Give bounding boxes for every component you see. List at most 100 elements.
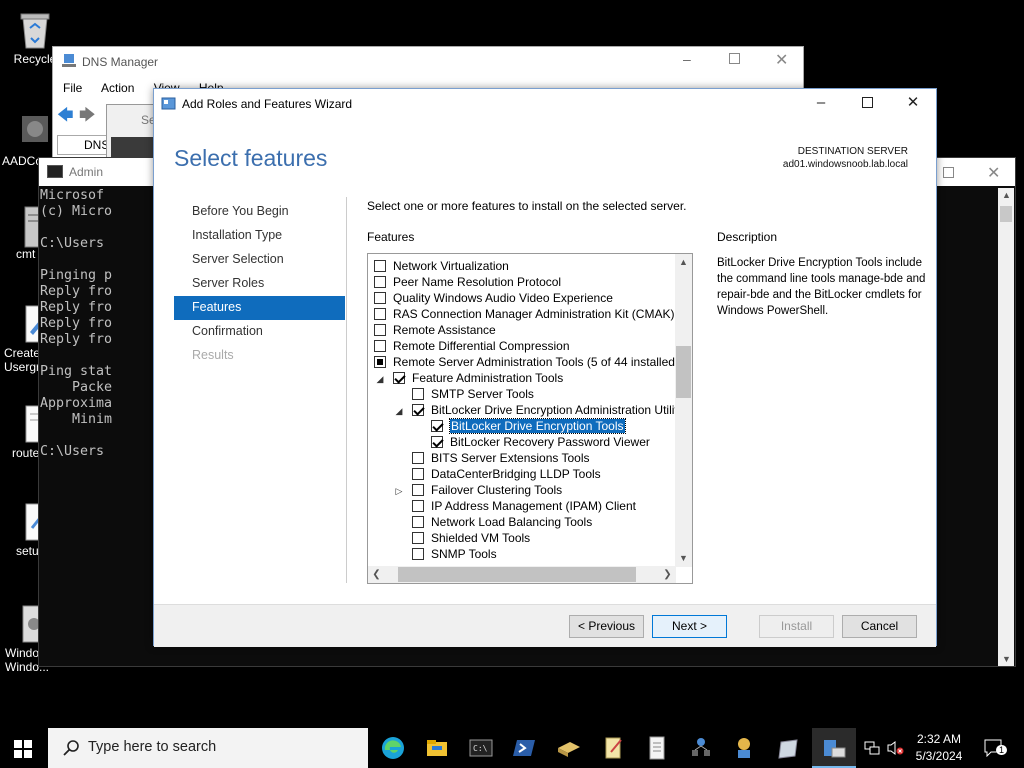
tree-vertical-scrollbar[interactable]: ▲ ▼ [675,254,692,567]
notification-center-icon[interactable]: 1 [984,739,1008,760]
feature-label[interactable]: Network Virtualization [393,259,509,273]
previous-button[interactable]: < Previous [569,615,644,638]
install-button[interactable]: Install [759,615,834,638]
feature-checkbox[interactable] [374,356,386,368]
server-manager-taskbar-button[interactable] [812,728,856,768]
wizard-step-confirmation[interactable]: Confirmation [174,320,345,344]
feature-row[interactable]: Remote Assistance [374,322,496,338]
feature-checkbox[interactable] [412,388,424,400]
wizard-step-server-selection[interactable]: Server Selection [174,248,345,272]
feature-checkbox[interactable] [412,468,424,480]
menu-file[interactable]: File [63,81,82,95]
feature-checkbox[interactable] [431,436,443,448]
feature-row[interactable]: DataCenterBridging LLDP Tools [412,466,601,482]
dns-tree-root[interactable]: DNS [57,135,111,155]
scroll-up-icon[interactable]: ▲ [1002,190,1011,200]
console-scrollbar[interactable]: ▲ ▼ [998,188,1014,666]
features-tree[interactable]: Network Virtualization Peer Name Resoluti… [367,253,693,584]
feature-label[interactable]: RAS Connection Manager Administration Ki… [393,307,674,321]
start-button[interactable] [14,740,32,758]
cancel-button[interactable]: Cancel [842,615,917,638]
feature-checkbox[interactable] [374,292,386,304]
collapse-arrow-icon[interactable]: ◢ [374,371,386,387]
feature-checkbox[interactable] [374,260,386,272]
clock[interactable]: 2:32 AM 5/3/2024 [912,731,966,765]
feature-label[interactable]: Remote Assistance [393,323,496,337]
feature-row[interactable]: RAS Connection Manager Administration Ki… [374,306,674,322]
file-explorer-icon[interactable] [423,734,451,762]
feature-label[interactable]: Peer Name Resolution Protocol [393,275,561,289]
feature-label[interactable]: Quality Windows Audio Video Experience [393,291,613,305]
maximize-icon[interactable] [943,167,954,178]
close-button[interactable]: ✕ [890,89,936,119]
feature-checkbox[interactable] [374,324,386,336]
feature-label[interactable]: DataCenterBridging LLDP Tools [431,467,601,481]
wizard-step-features[interactable]: Features [174,296,345,320]
feature-row[interactable]: Remote Server Administration Tools (5 of… [374,354,676,370]
feature-label[interactable]: SMTP Server Tools [431,387,534,401]
feature-row[interactable]: BITS Server Extensions Tools [412,450,590,466]
feature-checkbox[interactable] [412,452,424,464]
tree-hscroll-thumb[interactable] [398,567,636,582]
drive-icon[interactable] [775,734,803,762]
forward-arrow-icon[interactable]: 🡆 [79,104,96,131]
feature-row[interactable]: Shielded VM Tools [412,530,530,546]
feature-row[interactable]: ▷ Failover Clustering Tools [396,482,563,498]
feature-checkbox[interactable] [393,372,405,384]
feature-label[interactable]: IP Address Management (IPAM) Client [431,499,636,513]
scroll-down-icon[interactable]: ▼ [675,550,692,567]
feature-row[interactable]: ◢ BitLocker Drive Encryption Administrati… [396,402,676,418]
tree-horizontal-scrollbar[interactable]: ❮ ❯ [368,566,676,583]
feature-checkbox[interactable] [412,484,424,496]
feature-label[interactable]: BITS Server Extensions Tools [431,451,590,465]
wizard-step-installation-type[interactable]: Installation Type [174,224,345,248]
feature-row[interactable]: BitLocker Drive Encryption Tools [431,418,626,434]
feature-label[interactable]: BitLocker Drive Encryption Tools [449,418,626,434]
edge-icon[interactable] [379,734,407,762]
feature-row[interactable]: BitLocker Recovery Password Viewer [431,434,650,450]
scroll-up-icon[interactable]: ▲ [675,254,692,271]
scroll-right-icon[interactable]: ❯ [659,566,676,583]
maximize-icon[interactable] [729,53,740,64]
feature-label[interactable]: Remote Server Administration Tools (5 of… [393,355,676,369]
maximize-button[interactable] [844,89,890,119]
feature-row[interactable]: Quality Windows Audio Video Experience [374,290,613,306]
feature-checkbox[interactable] [412,516,424,528]
feature-label[interactable]: BitLocker Recovery Password Viewer [450,435,650,449]
close-icon[interactable]: ✕ [775,50,788,70]
feature-label[interactable]: Network Load Balancing Tools [431,515,592,529]
feature-label[interactable]: BitLocker Drive Encryption Administratio… [431,403,676,417]
scroll-down-icon[interactable]: ▼ [1002,654,1011,664]
console-scroll-thumb[interactable] [1000,206,1012,222]
feature-checkbox[interactable] [431,420,443,432]
expand-arrow-icon[interactable]: ▷ [393,483,405,499]
feature-checkbox[interactable] [412,548,424,560]
next-button[interactable]: Next > [652,615,727,638]
feature-checkbox[interactable] [374,340,386,352]
feature-row[interactable]: SNMP Tools [412,546,497,562]
network-tray-icon[interactable] [864,740,880,759]
feature-row[interactable]: Peer Name Resolution Protocol [374,274,561,290]
feature-label[interactable]: Feature Administration Tools [412,371,563,385]
feature-row[interactable]: IP Address Management (IPAM) Client [412,498,636,514]
collapse-arrow-icon[interactable]: ◢ [393,403,405,419]
close-icon[interactable]: ✕ [987,163,1000,183]
taskbar-search-box[interactable]: Type here to search [48,728,368,768]
feature-row[interactable]: Remote Differential Compression [374,338,570,354]
folder-tool-icon[interactable] [555,734,583,762]
feature-checkbox[interactable] [374,308,386,320]
feature-checkbox[interactable] [412,532,424,544]
wizard-step-before-you-begin[interactable]: Before You Begin [174,200,345,224]
feature-row[interactable]: SMTP Server Tools [412,386,534,402]
feature-row[interactable]: Network Load Balancing Tools [412,514,592,530]
feature-label[interactable]: Failover Clustering Tools [431,483,562,497]
volume-muted-icon[interactable] [886,740,904,759]
powershell-icon[interactable] [511,734,539,762]
feature-row[interactable]: Network Virtualization [374,258,509,274]
menu-action[interactable]: Action [101,81,134,95]
feature-label[interactable]: Remote Differential Compression [393,339,570,353]
feature-label[interactable]: SNMP Tools [431,547,497,561]
network-icon[interactable] [687,734,715,762]
feature-checkbox[interactable] [412,500,424,512]
back-arrow-icon[interactable]: 🡄 [57,104,74,131]
